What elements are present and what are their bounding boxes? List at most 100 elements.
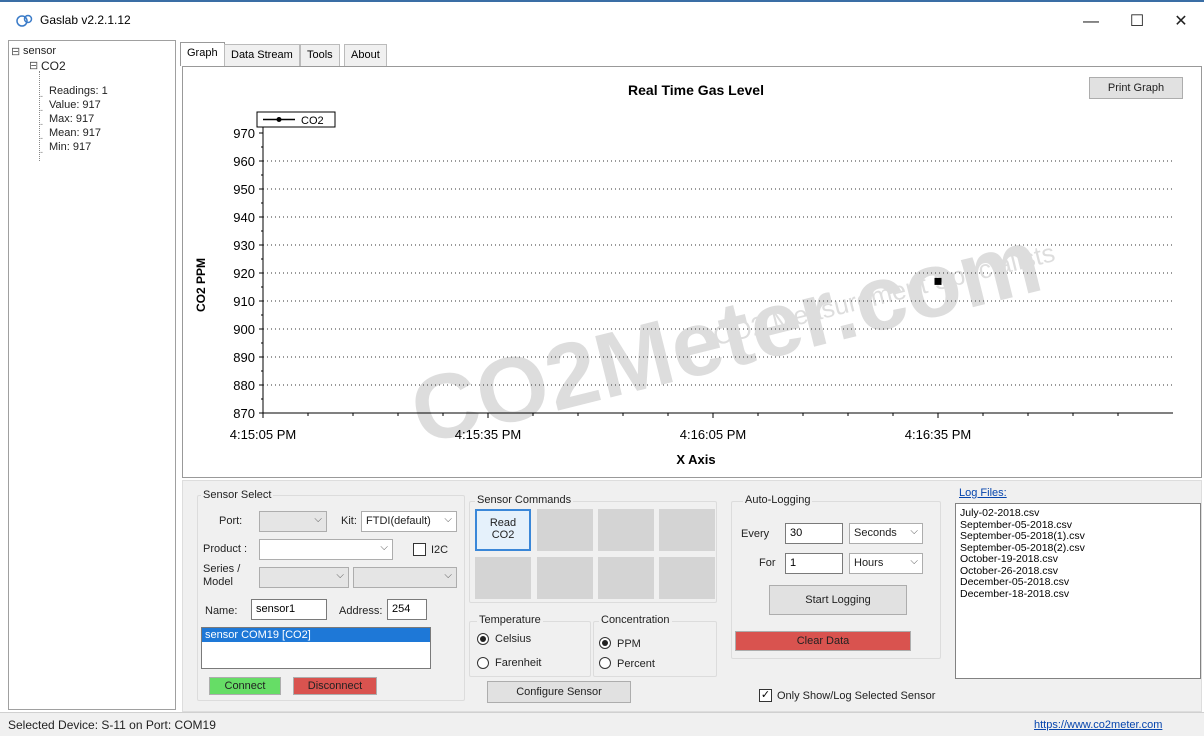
y-tick-label: 970 — [233, 126, 255, 141]
x-axis-label: X Axis — [676, 452, 715, 467]
command-button-empty[interactable] — [537, 509, 593, 551]
address-field[interactable]: 254 — [387, 599, 427, 620]
chevron-down-icon: ⌵ — [380, 542, 388, 553]
for-field[interactable]: 1 — [785, 553, 843, 574]
log-file-item[interactable]: October-19-2018.csv — [960, 553, 1196, 566]
log-file-item[interactable]: December-05-2018.csv — [960, 576, 1196, 589]
farenheit-radio[interactable] — [477, 657, 489, 669]
tree-item-value[interactable]: Value: 917 — [49, 99, 101, 111]
tree-item-max[interactable]: Max: 917 — [49, 113, 94, 125]
command-button-empty[interactable] — [475, 557, 531, 599]
chevron-down-icon: ⌵ — [336, 570, 344, 581]
for-label: For — [759, 557, 776, 569]
sensor-select-title: Sensor Select — [201, 489, 274, 501]
ppm-radio[interactable] — [599, 637, 611, 649]
y-tick-label: 960 — [233, 154, 255, 169]
command-button-empty[interactable] — [598, 509, 654, 551]
control-panel: Sensor Select Port: ⌵ Kit: FTDI(default)… — [182, 480, 1202, 712]
tree-node-co2[interactable]: CO2 — [41, 59, 66, 73]
tree-item-readings[interactable]: Readings: 1 — [49, 85, 108, 97]
app-title: Gaslab v2.2.1.12 — [40, 13, 131, 27]
tab-data-stream[interactable]: Data Stream — [224, 44, 300, 66]
y-tick-label: 880 — [233, 378, 255, 393]
y-tick-label: 900 — [233, 322, 255, 337]
only-show-label: Only Show/Log Selected Sensor — [777, 690, 936, 702]
percent-radio[interactable] — [599, 657, 611, 669]
y-tick-label: 870 — [233, 406, 255, 421]
port-combo[interactable]: ⌵ — [259, 511, 327, 532]
tab-about[interactable]: About — [344, 44, 387, 66]
command-button-empty[interactable] — [659, 509, 715, 551]
start-logging-button[interactable]: Start Logging — [769, 585, 907, 615]
status-text: Selected Device: S-11 on Port: COM19 — [8, 718, 216, 732]
concentration-group — [593, 621, 717, 677]
tab-tools[interactable]: Tools — [300, 44, 340, 66]
every-unit-value: Seconds — [854, 527, 897, 539]
log-files-link[interactable]: Log Files: — [959, 487, 1007, 499]
tree-node-sensor[interactable]: sensor — [23, 45, 56, 57]
sensor-tree[interactable]: ⊟ sensor ⊟ CO2 Readings: 1 Value: 917 Ma… — [8, 40, 176, 710]
x-tick-label: 4:16:35 PM — [905, 427, 972, 442]
farenheit-label: Farenheit — [495, 657, 542, 669]
log-file-item[interactable]: December-18-2018.csv — [960, 588, 1196, 601]
close-button[interactable]: ✕ — [1158, 8, 1204, 36]
collapse-icon[interactable]: ⊟ — [29, 59, 38, 72]
y-tick-label: 910 — [233, 294, 255, 309]
chevron-down-icon: ⌵ — [910, 556, 918, 567]
y-tick-label: 940 — [233, 210, 255, 225]
kit-value: FTDI(default) — [366, 515, 431, 527]
configure-sensor-button[interactable]: Configure Sensor — [487, 681, 631, 703]
collapse-icon[interactable]: ⊟ — [11, 45, 20, 58]
celsius-radio[interactable] — [477, 633, 489, 645]
print-graph-button[interactable]: Print Graph — [1089, 77, 1183, 99]
graph-panel: CO2Meter.com CO2 Measurement Specialists… — [182, 66, 1202, 478]
tab-graph[interactable]: Graph — [180, 42, 225, 66]
every-field[interactable]: 30 — [785, 523, 843, 544]
i2c-label: I2C — [431, 544, 449, 556]
name-label: Name: — [205, 605, 238, 617]
auto-logging-title: Auto-Logging — [743, 494, 813, 506]
command-button-empty[interactable] — [598, 557, 654, 599]
x-tick-label: 4:15:05 PM — [230, 427, 297, 442]
sensor-list-item[interactable]: sensor COM19 [CO2] — [202, 628, 430, 642]
y-tick-label: 950 — [233, 182, 255, 197]
series-label: Series / — [203, 563, 241, 575]
model-combo[interactable]: ⌵ — [353, 567, 457, 588]
status-bar: Selected Device: S-11 on Port: COM19 htt… — [0, 712, 1204, 736]
chart-title: Real Time Gas Level — [628, 82, 764, 98]
kit-combo[interactable]: FTDI(default) ⌵ — [361, 511, 457, 532]
tree-item-mean[interactable]: Mean: 917 — [49, 127, 101, 139]
connect-button[interactable]: Connect — [209, 677, 281, 695]
address-label: Address: — [339, 605, 383, 617]
read-co2-button[interactable]: Read CO2 — [475, 509, 531, 551]
maximize-button[interactable]: ☐ — [1114, 8, 1160, 36]
legend-marker-co2 — [276, 117, 282, 122]
disconnect-button[interactable]: Disconnect — [293, 677, 377, 695]
celsius-label: Celsius — [495, 633, 532, 645]
y-tick-label: 930 — [233, 238, 255, 253]
sensor-commands-title: Sensor Commands — [475, 494, 574, 506]
chevron-down-icon: ⌵ — [910, 526, 918, 537]
product-combo[interactable]: ⌵ — [259, 539, 393, 560]
website-link[interactable]: https://www.co2meter.com — [1034, 719, 1162, 731]
temperature-title: Temperature — [477, 614, 543, 626]
log-file-item[interactable]: July-02-2018.csv — [960, 507, 1196, 520]
name-field[interactable]: sensor1 — [251, 599, 327, 620]
sensor-list[interactable]: sensor COM19 [CO2] — [201, 627, 431, 669]
only-show-checkbox[interactable]: ✓ — [759, 689, 772, 702]
for-unit-combo[interactable]: Hours ⌵ — [849, 553, 923, 574]
chevron-down-icon: ⌵ — [444, 514, 452, 525]
percent-label: Percent — [617, 658, 655, 670]
app-icon — [16, 14, 33, 27]
command-button-empty[interactable] — [659, 557, 715, 599]
command-button-empty[interactable] — [537, 557, 593, 599]
i2c-checkbox[interactable] — [413, 543, 426, 556]
minimize-button[interactable]: — — [1068, 8, 1114, 36]
clear-data-button[interactable]: Clear Data — [735, 631, 911, 651]
product-label: Product : — [203, 543, 248, 555]
series-combo[interactable]: ⌵ — [259, 567, 349, 588]
log-file-item[interactable]: September-05-2018(1).csv — [960, 530, 1196, 543]
tree-item-min[interactable]: Min: 917 — [49, 141, 91, 153]
log-files-list[interactable]: July-02-2018.csv September-05-2018.csv S… — [955, 503, 1201, 679]
every-unit-combo[interactable]: Seconds ⌵ — [849, 523, 923, 544]
